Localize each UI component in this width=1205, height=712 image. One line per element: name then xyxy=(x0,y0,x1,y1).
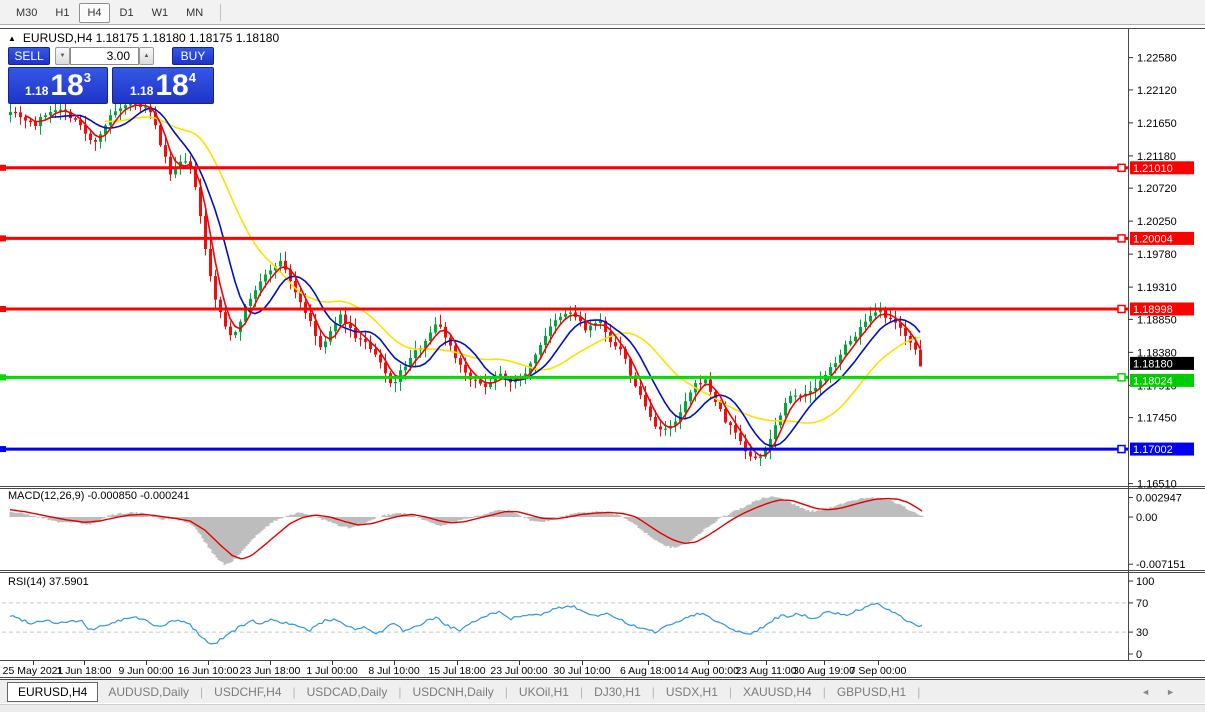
toolbar-separator xyxy=(220,4,221,21)
chart-tab-bar: EURUSD,H4AUDUSD,Daily|USDCHF,H4|USDCAD,D… xyxy=(0,679,1205,703)
buy-button[interactable]: BUY xyxy=(172,47,214,65)
tab-scroll-left-icon[interactable]: ◄ xyxy=(1141,687,1150,697)
spin-up-icon: ▲ xyxy=(144,53,150,59)
svg-text:1.18180: 1.18180 xyxy=(1133,358,1173,370)
svg-text:23 Aug 11:00: 23 Aug 11:00 xyxy=(735,665,796,677)
tab-divider: | xyxy=(917,685,920,699)
tab-divider: | xyxy=(580,685,583,699)
volume-increase-button[interactable]: ▲ xyxy=(139,47,154,65)
timeframe-button-d1[interactable]: D1 xyxy=(112,3,142,23)
svg-text:1.18024: 1.18024 xyxy=(1133,375,1173,387)
tab-audusd-daily[interactable]: AUDUSD,Daily xyxy=(98,682,199,702)
chart-tabs: EURUSD,H4AUDUSD,Daily|USDCHF,H4|USDCAD,D… xyxy=(7,682,921,702)
sell-button[interactable]: SELL xyxy=(8,47,50,65)
svg-text:1.22580: 1.22580 xyxy=(1137,53,1177,65)
symbol-ohlc-text: EURUSD,H4 1.18175 1.18180 1.18175 1.1818… xyxy=(23,31,279,45)
buy-price-sup: 4 xyxy=(189,70,196,85)
tab-divider: | xyxy=(729,685,732,699)
volume-decrease-button[interactable]: ▼ xyxy=(55,47,70,65)
timeframe-button-h4[interactable]: H4 xyxy=(79,3,109,23)
tab-usdcnh-daily[interactable]: USDCNH,Daily xyxy=(402,682,503,702)
sell-price-big: 18 xyxy=(50,70,83,102)
timeframe-button-w1[interactable]: W1 xyxy=(144,3,177,23)
svg-text:1 Jul 00:00: 1 Jul 00:00 xyxy=(306,665,358,677)
svg-text:70: 70 xyxy=(1136,598,1148,610)
svg-text:1 Jun 18:00: 1 Jun 18:00 xyxy=(57,665,112,677)
tab-gbpusd-h1[interactable]: GBPUSD,H1 xyxy=(827,682,916,702)
svg-text:7 Sep 00:00: 7 Sep 00:00 xyxy=(850,665,907,677)
tab-divider: | xyxy=(293,685,296,699)
tab-eurusd-h4[interactable]: EURUSD,H4 xyxy=(7,682,98,702)
tab-ukoil-h1[interactable]: UKOil,H1 xyxy=(509,682,579,702)
svg-text:1.18998: 1.18998 xyxy=(1133,304,1173,316)
buy-price-button[interactable]: 1.18 18 4 xyxy=(112,67,214,104)
volume-input[interactable] xyxy=(70,47,139,65)
svg-text:1.21650: 1.21650 xyxy=(1137,118,1177,130)
svg-text:1.19780: 1.19780 xyxy=(1137,249,1177,261)
timeframe-buttons: M30H1H4D1W1MN xyxy=(8,3,213,21)
tab-usdchf-h4[interactable]: USDCHF,H4 xyxy=(204,682,291,702)
tab-xauusd-h4[interactable]: XAUUSD,H4 xyxy=(733,682,822,702)
sell-price-sup: 3 xyxy=(84,70,91,85)
svg-text:1.17002: 1.17002 xyxy=(1133,444,1173,456)
macd-indicator-label: MACD(12,26,9) -0.000850 -0.000241 xyxy=(8,490,190,502)
svg-text:1.20004: 1.20004 xyxy=(1133,233,1173,245)
svg-text:15 Jul 18:00: 15 Jul 18:00 xyxy=(428,665,485,677)
svg-text:1.21010: 1.21010 xyxy=(1133,163,1173,175)
svg-text:30: 30 xyxy=(1136,627,1148,639)
buy-price-big: 18 xyxy=(155,70,188,102)
collapse-panel-icon[interactable]: ▲ xyxy=(8,34,16,43)
tab-divider: | xyxy=(823,685,826,699)
spin-down-icon: ▼ xyxy=(60,53,66,59)
tab-scroll-arrows: ◄ ► xyxy=(1141,687,1175,697)
svg-text:1.17450: 1.17450 xyxy=(1137,413,1177,425)
svg-text:23 Jul 00:00: 23 Jul 00:00 xyxy=(490,665,547,677)
tab-scroll-right-icon[interactable]: ► xyxy=(1166,687,1175,697)
svg-text:1.20720: 1.20720 xyxy=(1137,183,1177,195)
one-click-trading-panel: SELL ▼ ▲ BUY 1.18 18 3 1.18 18 4 xyxy=(8,47,214,104)
svg-text:0: 0 xyxy=(1136,649,1142,661)
svg-text:1.18850: 1.18850 xyxy=(1137,314,1177,326)
timeframe-toolbar: M30H1H4D1W1MN xyxy=(0,0,1205,25)
svg-text:0.00: 0.00 xyxy=(1136,512,1157,524)
rsi-indicator-label: RSI(14) 37.5901 xyxy=(8,576,89,588)
symbol-header: ▲ EURUSD,H4 1.18175 1.18180 1.18175 1.18… xyxy=(8,31,279,45)
buy-price-small: 1.18 xyxy=(130,84,153,98)
sell-price-button[interactable]: 1.18 18 3 xyxy=(8,67,108,104)
svg-text:25 May 2021: 25 May 2021 xyxy=(3,665,64,677)
svg-text:100: 100 xyxy=(1136,576,1154,588)
svg-text:1.16510: 1.16510 xyxy=(1137,479,1177,491)
svg-text:1.19310: 1.19310 xyxy=(1137,282,1177,294)
timeframe-button-m30[interactable]: M30 xyxy=(8,3,45,23)
svg-text:30 Aug 19:00: 30 Aug 19:00 xyxy=(793,665,855,677)
svg-text:14 Aug 00:00: 14 Aug 00:00 xyxy=(677,665,739,677)
svg-text:30 Jul 10:00: 30 Jul 10:00 xyxy=(553,665,610,677)
svg-text:1.21180: 1.21180 xyxy=(1137,151,1176,163)
svg-text:1.20250: 1.20250 xyxy=(1137,216,1177,228)
tab-divider: | xyxy=(652,685,655,699)
sell-price-small: 1.18 xyxy=(25,84,48,98)
svg-text:9 Jun 00:00: 9 Jun 00:00 xyxy=(119,665,174,677)
timeframe-button-mn[interactable]: MN xyxy=(178,3,211,23)
tab-usdx-h1[interactable]: USDX,H1 xyxy=(656,682,728,702)
svg-text:16 Jun 10:00: 16 Jun 10:00 xyxy=(178,665,239,677)
tab-divider: | xyxy=(505,685,508,699)
svg-text:-0.007151: -0.007151 xyxy=(1136,559,1186,571)
tab-divider: | xyxy=(200,685,203,699)
tab-divider: | xyxy=(398,685,401,699)
svg-text:1.22120: 1.22120 xyxy=(1137,85,1177,97)
svg-text:8 Jul 10:00: 8 Jul 10:00 xyxy=(368,665,420,677)
svg-text:23 Jun 18:00: 23 Jun 18:00 xyxy=(240,665,301,677)
tab-dj30-h1[interactable]: DJ30,H1 xyxy=(584,682,651,702)
svg-text:0.002947: 0.002947 xyxy=(1136,493,1182,505)
tab-usdcad-daily[interactable]: USDCAD,Daily xyxy=(297,682,398,702)
chart-canvas[interactable]: 1.22580 1.22120 1.21650 1.21180 1.20720 1.202… xyxy=(0,28,1205,679)
svg-text:6 Aug 18:00: 6 Aug 18:00 xyxy=(620,665,676,677)
timeframe-button-h1[interactable]: H1 xyxy=(47,3,77,23)
